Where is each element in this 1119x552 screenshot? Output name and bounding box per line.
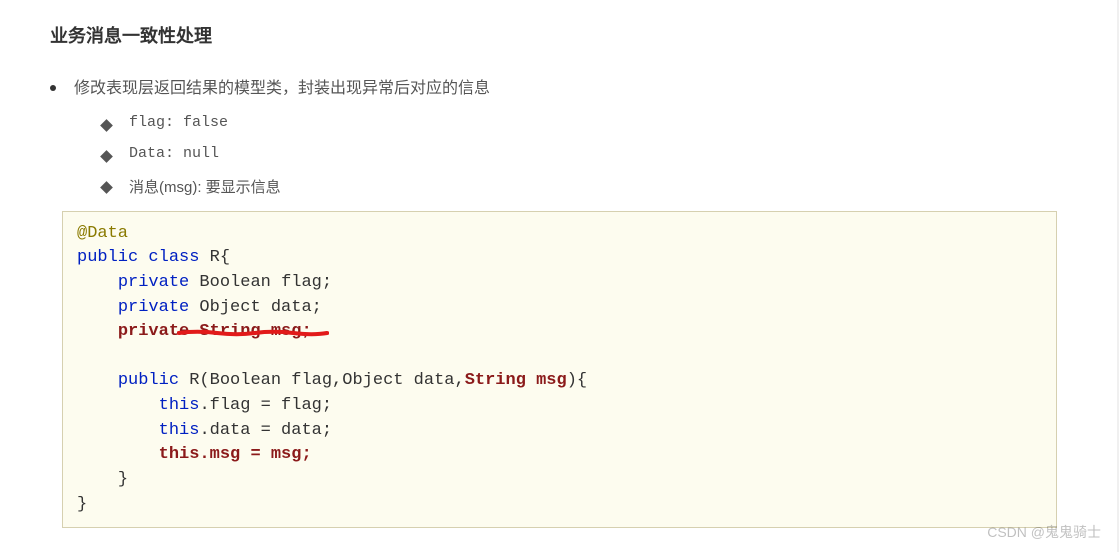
code-text: }	[118, 470, 128, 489]
indent	[77, 322, 118, 341]
indent	[77, 396, 159, 415]
code-line: public class R{	[77, 246, 1042, 271]
code-text: .flag = flag;	[199, 396, 332, 415]
indent	[77, 371, 118, 390]
keyword-token: private	[118, 298, 189, 317]
diamond-bullet-icon	[100, 150, 113, 163]
code-line: this.data = data;	[77, 419, 1042, 444]
list-item: Data: null	[102, 145, 1067, 162]
keyword-token: this	[159, 396, 200, 415]
code-line	[77, 345, 1042, 370]
code-line: }	[77, 468, 1042, 493]
type-token: Object	[189, 298, 271, 317]
list-item-text: 消息(msg): 要显示信息	[129, 176, 281, 197]
bullet-list-lvl2: flag: false Data: null 消息(msg): 要显示信息	[102, 114, 1067, 197]
keyword-token: public	[118, 371, 179, 390]
indent	[77, 273, 118, 292]
diamond-bullet-icon	[100, 181, 113, 194]
field-token: data	[271, 298, 312, 317]
keyword-token: private	[118, 273, 189, 292]
field-token: flag	[281, 273, 322, 292]
code-text: R(Boolean flag,Object data,	[179, 371, 465, 390]
disc-bullet-icon	[50, 85, 56, 91]
indent	[77, 470, 118, 489]
indent	[77, 421, 159, 440]
highlighted-code: private String msg;	[118, 322, 312, 341]
list-item-text: flag: false	[129, 114, 228, 131]
list-item: 消息(msg): 要显示信息	[102, 176, 1067, 197]
indent	[77, 445, 159, 464]
diamond-bullet-icon	[100, 119, 113, 132]
code-line: this.msg = msg;	[77, 443, 1042, 468]
annotation-token: @Data	[77, 224, 128, 243]
watermark: CSDN @鬼鬼骑士	[987, 522, 1101, 542]
code-line: }	[77, 493, 1042, 518]
code-text: }	[77, 495, 87, 514]
type-token: Boolean	[189, 273, 281, 292]
indent	[77, 298, 118, 317]
keyword-token: class	[148, 248, 199, 267]
code-line: private String msg;	[77, 320, 1042, 345]
code-text: R{	[199, 248, 230, 267]
highlighted-code: this.msg = msg;	[159, 445, 312, 464]
document-container: 业务消息一致性处理 修改表现层返回结果的模型类，封装出现异常后对应的信息 fla…	[0, 0, 1119, 552]
highlighted-code: String msg	[465, 371, 567, 390]
code-text: ){	[567, 371, 587, 390]
code-text: ;	[322, 273, 332, 292]
list-item-text: Data: null	[129, 145, 219, 162]
bullet-list-lvl1: 修改表现层返回结果的模型类，封装出现异常后对应的信息	[50, 76, 1067, 102]
list-item-text: 修改表现层返回结果的模型类，封装出现异常后对应的信息	[74, 76, 490, 102]
list-item: 修改表现层返回结果的模型类，封装出现异常后对应的信息	[50, 76, 1067, 102]
code-line: private Boolean flag;	[77, 271, 1042, 296]
code-block: @Data public class R{ private Boolean fl…	[62, 211, 1057, 529]
code-line: private Object data;	[77, 296, 1042, 321]
code-text: .data = data;	[199, 421, 332, 440]
keyword-token: this	[159, 421, 200, 440]
code-line: @Data	[77, 222, 1042, 247]
list-item: flag: false	[102, 114, 1067, 131]
code-line: this.flag = flag;	[77, 394, 1042, 419]
code-line: public R(Boolean flag,Object data,String…	[77, 369, 1042, 394]
section-heading: 业务消息一致性处理	[50, 22, 1067, 48]
code-text: ;	[312, 298, 322, 317]
keyword-token: public	[77, 248, 138, 267]
